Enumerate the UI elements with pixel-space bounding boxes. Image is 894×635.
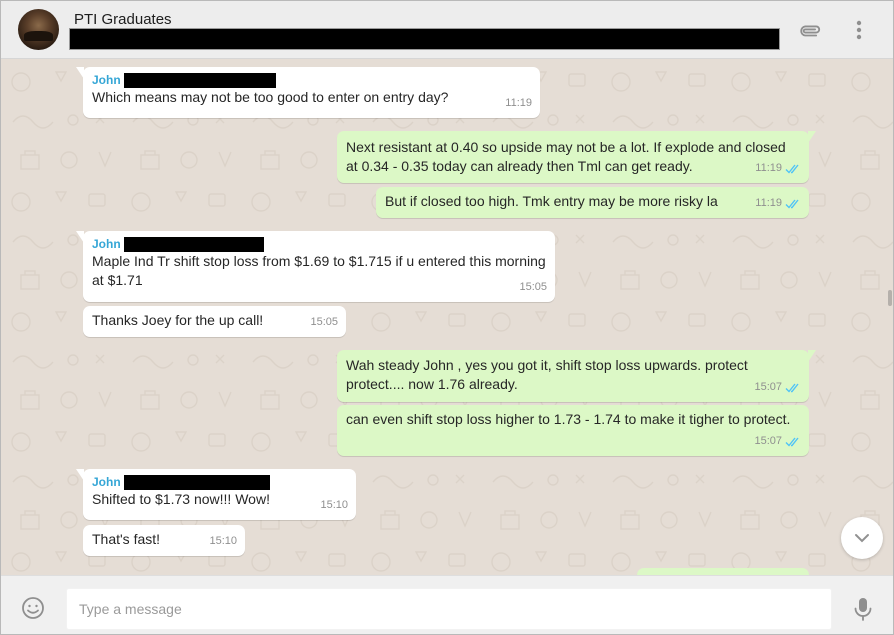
double-check-icon [785, 199, 801, 209]
message-text: can even shift stop loss higher to 1.73 … [346, 411, 791, 427]
double-check-icon [785, 383, 801, 393]
sender-name[interactable]: John [92, 236, 547, 252]
message-meta: 15:05 [519, 278, 547, 297]
message-text: Maple Ind Tr shift stop loss from $1.69 … [92, 253, 546, 288]
message-meta: 11:19 [755, 159, 801, 178]
message-bubble-incoming[interactable]: John Maple Ind Tr shift stop loss from $… [76, 231, 555, 302]
sender-phone-redacted [123, 236, 264, 252]
message-bubble-outgoing[interactable]: But if closed too high. Tmk entry may be… [376, 187, 809, 218]
sender-phone-redacted [123, 72, 276, 88]
message-composer [1, 575, 893, 634]
message-meta: 15:10 [320, 496, 348, 515]
chat-title[interactable]: PTI Graduates [74, 11, 172, 28]
sender-name[interactable]: John [92, 72, 532, 88]
chat-window: PTI Graduates John Which means may not b… [0, 0, 894, 635]
scrollbar-thumb[interactable] [888, 290, 892, 306]
message-meta: 15:07 [754, 378, 801, 397]
message-time: 15:10 [320, 499, 348, 511]
message-time: 11:19 [755, 197, 782, 209]
message-bubble-outgoing-partial[interactable] [637, 568, 809, 575]
double-check-icon [785, 437, 801, 447]
message-time: 15:05 [519, 281, 547, 293]
message-text: Which means may not be too good to enter… [92, 89, 449, 105]
message-meta: 15:10 [209, 532, 237, 551]
message-bubble-outgoing[interactable]: Wah steady John , yes you got it, shift … [337, 350, 816, 402]
message-time: 11:19 [505, 97, 532, 109]
message-bubble-incoming[interactable]: John Shifted to $1.73 now!!! Wow! 15:10 [76, 469, 356, 520]
message-meta: 11:19 [505, 94, 532, 113]
message-time: 15:07 [754, 381, 782, 393]
double-check-icon [785, 164, 801, 174]
sender-name[interactable]: John [92, 474, 348, 490]
message-text: Next resistant at 0.40 so upside may not… [346, 139, 786, 174]
message-bubble-outgoing[interactable]: Next resistant at 0.40 so upside may not… [337, 131, 816, 183]
more-vert-icon[interactable] [846, 17, 872, 43]
message-text: Wah steady John , yes you got it, shift … [346, 357, 748, 392]
message-input[interactable] [66, 588, 832, 630]
chevron-down-icon [855, 534, 869, 543]
message-bubble-incoming[interactable]: That's fast! 15:10 [83, 525, 245, 556]
message-text: Shifted to $1.73 now!!! Wow! [92, 491, 270, 507]
microphone-icon[interactable] [851, 596, 875, 622]
scroll-to-bottom-button[interactable] [841, 517, 883, 559]
message-text: Thanks Joey for the up call! [92, 312, 264, 328]
participants-redacted [69, 28, 780, 50]
message-list[interactable]: John Which means may not be too good to … [1, 60, 893, 575]
message-time: 11:19 [755, 162, 782, 174]
message-bubble-outgoing[interactable]: can even shift stop loss higher to 1.73 … [337, 405, 809, 456]
message-meta: 15:07 [754, 432, 801, 451]
message-time: 15:07 [754, 435, 782, 447]
sender-phone-redacted [123, 474, 270, 490]
smiley-icon[interactable] [21, 596, 45, 620]
message-time: 15:10 [209, 535, 237, 547]
group-avatar[interactable] [18, 9, 59, 50]
message-meta: 11:19 [755, 194, 801, 213]
message-bubble-incoming[interactable]: John Which means may not be too good to … [76, 67, 540, 118]
message-time: 15:05 [310, 316, 338, 328]
message-text: But if closed too high. Tmk entry may be… [385, 193, 718, 209]
chat-header: PTI Graduates [1, 1, 893, 59]
message-meta: 15:05 [310, 313, 338, 332]
message-bubble-incoming[interactable]: Thanks Joey for the up call! 15:05 [83, 306, 346, 337]
paperclip-icon[interactable] [797, 17, 823, 43]
